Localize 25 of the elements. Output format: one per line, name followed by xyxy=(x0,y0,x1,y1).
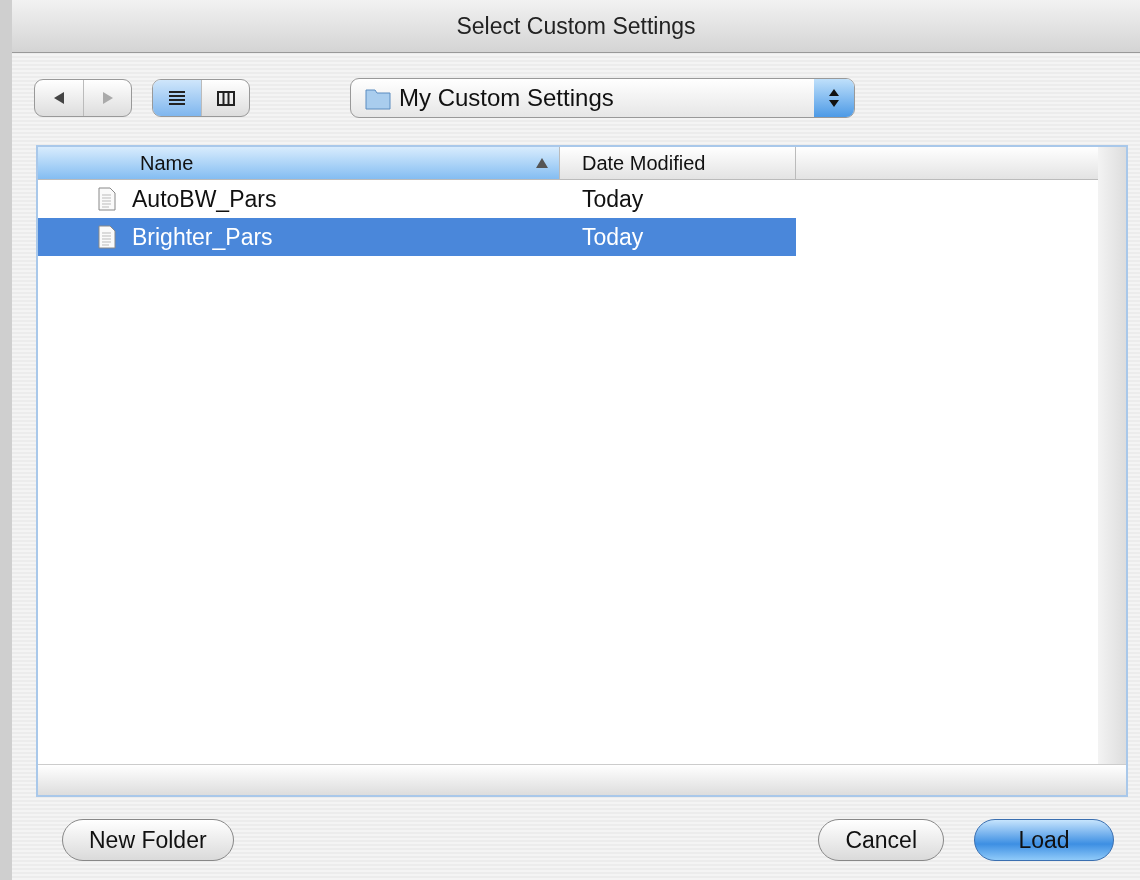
document-icon xyxy=(98,225,116,249)
document-icon xyxy=(98,187,116,211)
left-triangle-icon xyxy=(52,91,66,105)
file-name: Brighter_Pars xyxy=(132,223,273,251)
date-modified: Today xyxy=(581,223,644,251)
default-button[interactable]: Load xyxy=(974,819,1114,861)
file-name: AutoBW_Pars xyxy=(132,185,277,213)
file-row[interactable]: Brighter_Pars Today xyxy=(38,218,796,256)
lines-icon xyxy=(167,88,187,108)
column-header[interactable]: Date Modified xyxy=(560,147,796,179)
dialog-button[interactable]: New Folder xyxy=(62,819,234,861)
vertical-scrollbar[interactable] xyxy=(1098,147,1126,764)
date-modified: Today xyxy=(581,185,644,213)
folder-icon xyxy=(365,86,391,110)
file-row[interactable]: AutoBW_Pars Today xyxy=(38,180,796,218)
column-header[interactable]: Name xyxy=(38,147,560,179)
window-title: Select Custom Settings xyxy=(456,12,696,40)
sort-triangle-icon xyxy=(535,157,549,169)
right-triangle-icon xyxy=(100,91,115,105)
list-view-button[interactable] xyxy=(153,80,201,116)
columns-icon xyxy=(215,88,236,108)
location-popup[interactable]: My Custom Settings xyxy=(350,78,855,118)
horizontal-scrollbar[interactable] xyxy=(38,764,1126,795)
up-down-arrows-icon xyxy=(828,88,840,108)
dialog-button[interactable]: Cancel xyxy=(818,819,944,861)
